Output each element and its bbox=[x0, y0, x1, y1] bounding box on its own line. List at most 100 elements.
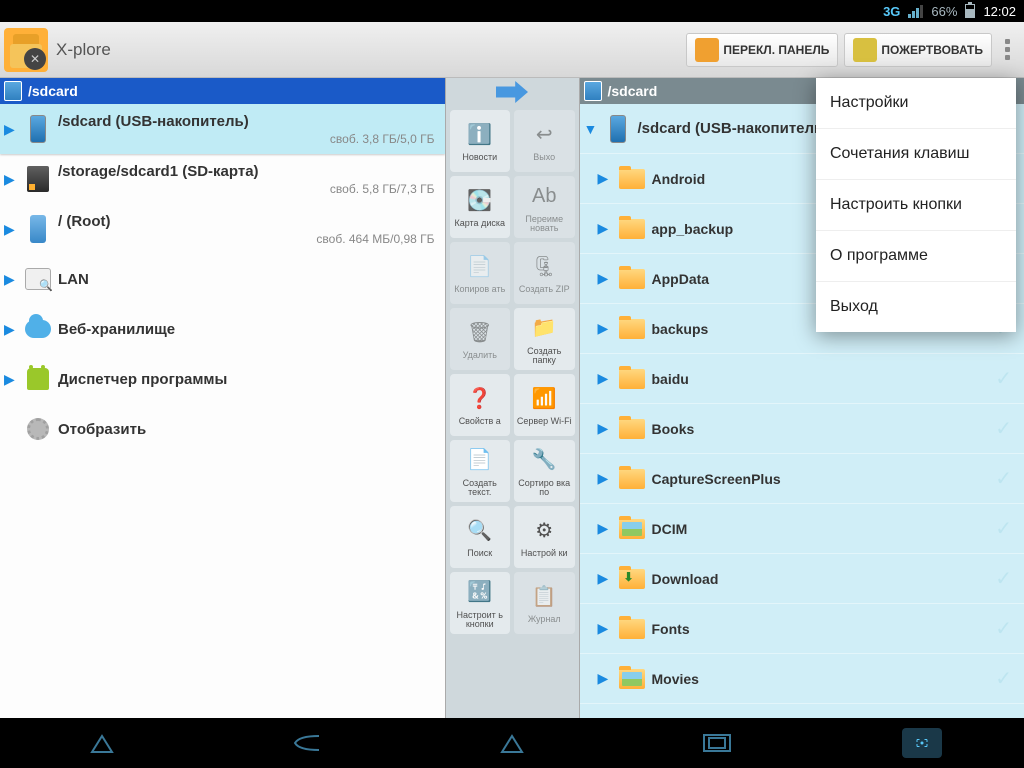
nav-recent-button[interactable] bbox=[697, 728, 737, 758]
app-title: X-plore bbox=[56, 40, 683, 60]
left-pane-body[interactable]: ▶ /sdcard (USB-накопитель) своб. 3,8 ГБ/5… bbox=[0, 104, 445, 718]
op-icon: 📄 bbox=[464, 251, 496, 283]
op-label: Сортиро вка по bbox=[516, 479, 573, 498]
op-icon: ⚙ bbox=[528, 515, 560, 547]
expand-arrow-icon: ▶ bbox=[4, 321, 18, 338]
left-pane-header[interactable]: /sdcard bbox=[0, 78, 445, 104]
operation-button[interactable]: 🔧 Сортиро вка по bbox=[514, 440, 575, 502]
menu-item[interactable]: Настроить кнопки bbox=[816, 180, 1016, 231]
switch-panel-button[interactable]: ПЕРЕКЛ. ПАНЕЛЬ bbox=[686, 33, 838, 67]
folder-icon bbox=[618, 513, 646, 545]
folder-item[interactable]: ▶ CaptureScreenPlus ✓ bbox=[580, 454, 1024, 504]
left-item[interactable]: ▶ LAN bbox=[0, 254, 445, 304]
expand-arrow-icon: ▶ bbox=[598, 670, 612, 687]
sdc-icon bbox=[24, 163, 52, 195]
op-label: Удалить bbox=[463, 351, 497, 360]
item-name: / (Root) bbox=[58, 213, 441, 230]
check-icon: ✓ bbox=[987, 416, 1020, 441]
nav-screenshot-button[interactable] bbox=[902, 728, 942, 758]
expand-arrow-icon: ▶ bbox=[4, 171, 18, 188]
item-subtext: своб. 464 МБ/0,98 ГБ bbox=[58, 232, 441, 246]
folder-name: baidu bbox=[652, 371, 988, 387]
folder-name: Movies bbox=[652, 671, 988, 687]
item-name: LAN bbox=[58, 271, 441, 288]
folder-name: Fonts bbox=[652, 621, 988, 637]
folder-item[interactable]: ▶ baidu ✓ bbox=[580, 354, 1024, 404]
folder-item[interactable]: ▶ Download ✓ bbox=[580, 554, 1024, 604]
signal-icon bbox=[908, 5, 923, 18]
operation-button: Ab Переиме новать bbox=[514, 176, 575, 238]
lan-icon bbox=[24, 263, 52, 295]
left-pane: /sdcard ▶ /sdcard (USB-накопитель) своб. … bbox=[0, 78, 445, 718]
op-label: Сервер Wi-Fi bbox=[517, 417, 572, 426]
op-icon: 🔧 bbox=[528, 445, 560, 477]
folder-name: Download bbox=[652, 571, 988, 587]
expand-arrow-icon: ▶ bbox=[598, 620, 612, 637]
nav-home2-button[interactable] bbox=[492, 728, 532, 758]
left-item[interactable]: Отобразить bbox=[0, 404, 445, 454]
folder-icon bbox=[618, 563, 646, 595]
item-name: Веб-хранилище bbox=[58, 321, 441, 338]
op-icon: 📄 bbox=[464, 445, 496, 477]
folder-icon bbox=[618, 613, 646, 645]
folder-name: DCIM bbox=[652, 521, 988, 537]
item-subtext: своб. 3,8 ГБ/5,0 ГБ bbox=[58, 132, 441, 146]
operation-button: 🗜Создать ZIP bbox=[514, 242, 575, 304]
operation-button[interactable]: 🔣Настроит ь кнопки bbox=[450, 572, 511, 634]
op-label: Создать текст. bbox=[452, 479, 509, 498]
folder-item[interactable]: ▶ Fonts ✓ bbox=[580, 604, 1024, 654]
operation-button[interactable]: 📶 Сервер Wi-Fi bbox=[514, 374, 575, 436]
expand-arrow-icon: ▶ bbox=[4, 371, 18, 388]
folder-item[interactable]: ▶ DCIM ✓ bbox=[580, 504, 1024, 554]
folder-icon bbox=[618, 413, 646, 445]
op-icon: 📶 bbox=[528, 383, 560, 415]
operation-button[interactable]: ⚙Настрой ки bbox=[514, 506, 575, 568]
check-icon: ✓ bbox=[987, 366, 1020, 391]
item-name: /sdcard (USB-накопитель) bbox=[58, 113, 441, 130]
op-label: Карта диска bbox=[454, 219, 505, 228]
operation-button[interactable]: 📁Создать папку bbox=[514, 308, 575, 370]
operation-button[interactable]: 💽Карта диска bbox=[450, 176, 511, 238]
status-bar: 3G 66% 12:02 bbox=[0, 0, 1024, 22]
overflow-menu-popup: НастройкиСочетания клавишНастроить кнопк… bbox=[816, 78, 1016, 332]
left-item[interactable]: ▶ Веб-хранилище bbox=[0, 304, 445, 354]
menu-item[interactable]: Выход bbox=[816, 282, 1016, 332]
item-name: Отобразить bbox=[58, 421, 441, 438]
op-icon: 🗑 bbox=[464, 317, 496, 349]
gear-icon bbox=[24, 413, 52, 445]
nav-back-button[interactable] bbox=[287, 728, 327, 758]
expand-arrow-icon: ▶ bbox=[598, 370, 612, 387]
expand-arrow-icon: ▶ bbox=[4, 271, 18, 288]
transfer-direction[interactable] bbox=[446, 78, 579, 106]
folder-name: Books bbox=[652, 421, 988, 437]
op-icon: ℹ️ bbox=[464, 119, 496, 151]
operation-button[interactable]: 🔍Поиск bbox=[450, 506, 511, 568]
folder-icon bbox=[618, 213, 646, 245]
menu-item[interactable]: Сочетания клавиш bbox=[816, 129, 1016, 180]
left-item[interactable]: ▶ /storage/sdcard1 (SD-карта)своб. 5,8 Г… bbox=[0, 154, 445, 204]
operation-button[interactable]: 📄 Создать текст. bbox=[450, 440, 511, 502]
item-name: /storage/sdcard1 (SD-карта) bbox=[58, 163, 441, 180]
operation-button[interactable]: ❓Свойств а bbox=[450, 374, 511, 436]
donate-button[interactable]: ПОЖЕРТВОВАТЬ bbox=[844, 33, 992, 67]
folder-item[interactable]: ▶ Books ✓ bbox=[580, 404, 1024, 454]
collapse-arrow-icon: ▼ bbox=[584, 121, 598, 137]
menu-item[interactable]: Настройки bbox=[816, 78, 1016, 129]
op-label: Переиме новать bbox=[516, 215, 573, 234]
overflow-menu-button[interactable] bbox=[995, 35, 1020, 64]
nav-home-button[interactable] bbox=[82, 728, 122, 758]
operation-button: 📄Копиров ать bbox=[450, 242, 511, 304]
app-logo-icon: ✕ bbox=[4, 28, 48, 72]
expand-arrow-icon: ▶ bbox=[598, 270, 612, 287]
op-icon: Ab bbox=[528, 181, 560, 213]
left-item[interactable]: ▶ Диспетчер программы bbox=[0, 354, 445, 404]
operation-button[interactable]: ℹ️Новости bbox=[450, 110, 511, 172]
expand-arrow-icon: ▶ bbox=[598, 220, 612, 237]
left-item[interactable]: ▶ /sdcard (USB-накопитель)своб. 3,8 ГБ/5… bbox=[0, 104, 445, 154]
op-label: Настроит ь кнопки bbox=[452, 611, 509, 630]
menu-item[interactable]: О программе bbox=[816, 231, 1016, 282]
folder-item[interactable]: ▶ Movies ✓ bbox=[580, 654, 1024, 704]
expand-arrow-icon: ▶ bbox=[598, 420, 612, 437]
left-item[interactable]: ▶ / (Root)своб. 464 МБ/0,98 ГБ bbox=[0, 204, 445, 254]
root-icon bbox=[24, 213, 52, 245]
